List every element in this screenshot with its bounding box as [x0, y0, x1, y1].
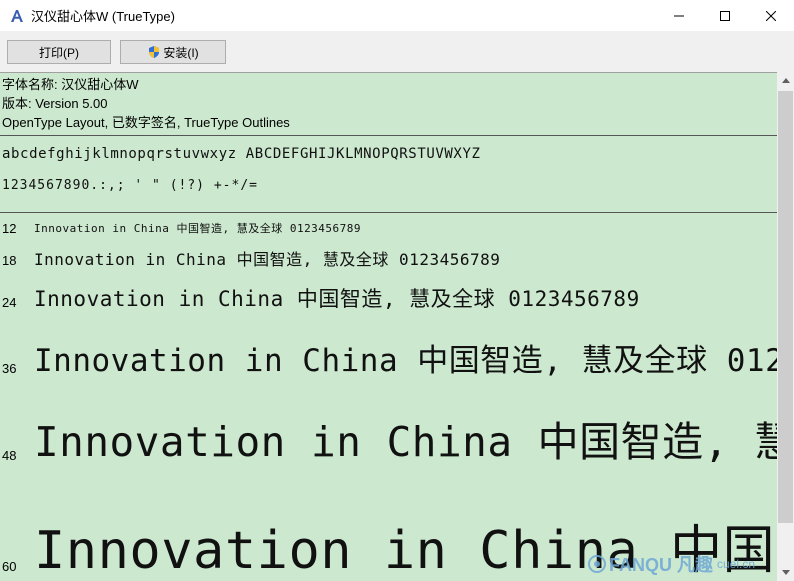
watermark-domain: cuel.cn: [716, 557, 755, 571]
font-preview-pane: 字体名称: 汉仪甜心体W 版本: Version 5.00 OpenType L…: [0, 72, 777, 581]
charset-letters: abcdefghijklmnopqrstuvwxyz ABCDEFGHIJKLM…: [2, 146, 481, 162]
sample-size-label: 18: [2, 253, 17, 268]
toolbar: 打印(P) 安装(I): [0, 31, 794, 72]
sample-text: Innovation in China 中国智造, 慧及全球 012345678…: [34, 343, 777, 379]
install-button[interactable]: 安装(I): [120, 40, 226, 64]
divider: [0, 135, 777, 136]
minimize-icon: [674, 15, 684, 16]
close-button[interactable]: [748, 0, 794, 31]
watermark: FANQU 凡趣 cuel.cn: [587, 551, 755, 577]
watermark-brand: FANQU 凡趣: [608, 555, 713, 575]
minimize-button[interactable]: [656, 0, 702, 31]
print-button[interactable]: 打印(P): [7, 40, 111, 64]
vertical-scrollbar[interactable]: [777, 72, 794, 581]
close-icon: [766, 10, 776, 21]
maximize-icon: [720, 10, 730, 21]
sample-text: Innovation in China 中国智造, 慧及全球 012345678…: [34, 222, 362, 235]
sample-text: Innovation in China 中国智造, 慧及全球 012345678…: [34, 250, 501, 269]
font-version-line: 版本: Version 5.00: [2, 96, 108, 111]
font-name-line: 字体名称: 汉仪甜心体W: [2, 77, 139, 92]
install-button-label: 安装(I): [163, 45, 199, 60]
window-title: 汉仪甜心体W (TrueType): [31, 9, 175, 24]
sample-size-label: 36: [2, 361, 17, 376]
brand-logo-icon: [587, 555, 606, 573]
divider: [0, 212, 777, 213]
sample-size-label: 60: [2, 559, 17, 574]
chevron-up-icon: [781, 78, 790, 83]
sample-text: Innovation in China 中国智造, 慧及全球 012345678…: [34, 418, 777, 466]
chevron-down-icon: [781, 570, 790, 575]
title-bar: 汉仪甜心体W (TrueType): [0, 0, 794, 31]
shield-icon: [147, 45, 161, 59]
font-features-line: OpenType Layout, 已数字签名, TrueType Outline…: [2, 115, 290, 130]
maximize-button[interactable]: [702, 0, 748, 31]
font-a-icon: [9, 8, 25, 24]
scroll-up-button[interactable]: [777, 72, 794, 89]
sample-size-label: 48: [2, 448, 17, 463]
font-info: 字体名称: 汉仪甜心体W 版本: Version 5.00 OpenType L…: [0, 73, 777, 132]
scroll-down-button[interactable]: [777, 564, 794, 581]
charset-digits: 1234567890.:,; ' " (!?) +-*/=: [2, 178, 258, 193]
sample-size-label: 24: [2, 295, 17, 310]
print-button-label: 打印(P): [39, 45, 79, 60]
sample-size-label: 12: [2, 221, 17, 236]
scrollbar-thumb[interactable]: [778, 91, 793, 523]
sample-text: Innovation in China 中国智造, 慧及全球 012345678…: [34, 287, 640, 311]
